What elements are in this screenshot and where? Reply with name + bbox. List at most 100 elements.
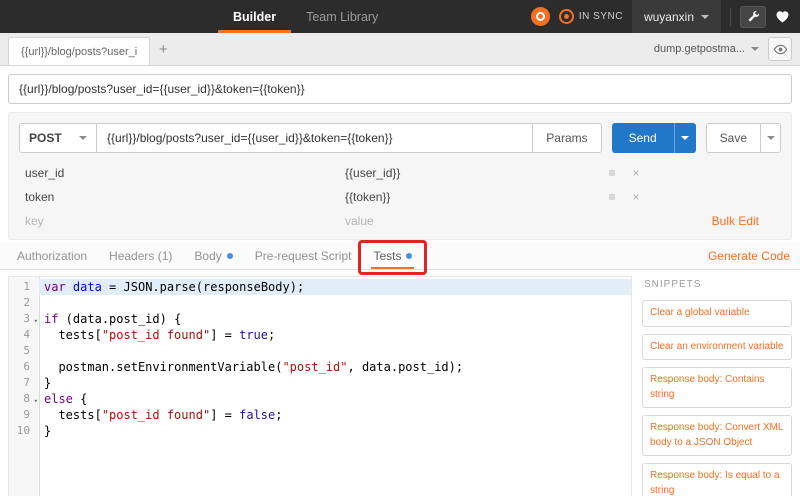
sync-dot [564, 14, 569, 19]
param-value-input[interactable]: {{user_id}} [345, 166, 600, 180]
topbar-tab-builder[interactable]: Builder [218, 0, 291, 33]
params-rows: user_id{{user_id}}≡× token{{token}}≡× [25, 161, 781, 209]
method-row: POST {{url}}/blog/posts?user_id={{user_i… [9, 113, 791, 161]
code-line: 10} [9, 423, 631, 439]
sync-status[interactable]: IN SYNC [559, 9, 623, 24]
code-line: 8▾else { [9, 391, 631, 407]
request-document-tab[interactable]: {{url}}/blog/posts?user_i [8, 37, 150, 65]
chevron-down-icon [681, 136, 689, 140]
param-value-input[interactable]: value [345, 214, 600, 228]
tab-label: Headers (1) [109, 249, 172, 263]
bulk-edit-link[interactable]: Bulk Edit [712, 214, 759, 228]
method-dropdown[interactable]: POST [19, 123, 97, 153]
code-line: 7} [9, 375, 631, 391]
code-line: 6 postman.setEnvironmentVariable("post_i… [9, 359, 631, 375]
tab-authorization[interactable]: Authorization [6, 243, 98, 269]
tab-label: Pre-request Script [255, 249, 352, 263]
url-bar-row: {{url}}/blog/posts?user_id={{user_id}}&t… [0, 66, 800, 104]
param-key-input[interactable]: key [25, 214, 345, 228]
snippet-button[interactable]: Response body: Contains string [642, 367, 792, 408]
unsaved-indicator-dot [406, 253, 412, 259]
code-editor[interactable]: 1var data = JSON.parse(responseBody);23▾… [8, 276, 632, 496]
chevron-down-icon [701, 15, 709, 19]
remove-param-icon[interactable]: × [624, 166, 648, 180]
drag-handle-icon[interactable]: ≡ [600, 190, 624, 204]
environment-selector[interactable]: dump.getpostma... [654, 43, 759, 55]
send-options-button[interactable] [674, 123, 696, 153]
tab-tests[interactable]: Tests [362, 243, 423, 269]
code-line: 1var data = JSON.parse(responseBody); [9, 279, 631, 295]
chevron-down-icon [79, 136, 87, 140]
eye-icon [773, 42, 788, 57]
line-number: 5 [9, 343, 39, 359]
topbar: Builder Team Library IN SYNC wuyanxin [0, 0, 800, 33]
save-button[interactable]: Save [706, 123, 761, 153]
request-builder: POST {{url}}/blog/posts?user_id={{user_i… [8, 112, 792, 240]
request-url-input[interactable]: {{url}}/blog/posts?user_id={{user_id}}&t… [96, 123, 533, 153]
param-value-input[interactable]: {{token}} [345, 190, 600, 204]
line-number: 10 [9, 423, 39, 439]
topbar-tabs: Builder Team Library [218, 0, 393, 33]
chevron-down-icon [751, 47, 759, 51]
line-number: 7 [9, 375, 39, 391]
param-key-input[interactable]: user_id [25, 166, 345, 180]
request-tabs: Authorization Headers (1) Body Pre-request … [6, 243, 423, 269]
code-text: if (data.post_id) { [39, 311, 631, 327]
request-tabs-row: Authorization Headers (1) Body Pre-request … [0, 243, 800, 270]
line-number: 1 [9, 279, 39, 295]
url-display[interactable]: {{url}}/blog/posts?user_id={{user_id}}&t… [8, 74, 792, 104]
topbar-tab-team-library[interactable]: Team Library [291, 0, 393, 33]
postman-app: Builder Team Library IN SYNC wuyanxin [0, 0, 800, 496]
remove-param-icon[interactable]: × [624, 190, 648, 204]
code-text: else { [39, 391, 631, 407]
tab-headers-1[interactable]: Headers (1) [98, 243, 183, 269]
save-options-button[interactable] [761, 123, 781, 153]
snippet-button[interactable]: Response body: Convert XML body to a JSO… [642, 415, 792, 456]
params-button[interactable]: Params [532, 123, 601, 153]
snippet-button[interactable]: Clear a global variable [642, 300, 792, 327]
line-number: 2 [9, 295, 39, 311]
code-text: postman.setEnvironmentVariable("post_id"… [39, 359, 631, 375]
runner-inner-ring [536, 12, 545, 21]
heart-icon [775, 9, 790, 24]
send-button[interactable]: Send [612, 123, 674, 153]
chevron-down-icon [767, 136, 775, 140]
line-number: 9 [9, 407, 39, 423]
snippet-button[interactable]: Clear an environment variable [642, 334, 792, 361]
code-text: tests["post_id found"] = false; [39, 407, 631, 423]
snippets-title: SNIPPETS [644, 279, 792, 290]
snippet-button[interactable]: Response body: Is equal to a string [642, 463, 792, 496]
line-number: 8▾ [9, 391, 39, 407]
collection-runner-icon[interactable] [531, 7, 550, 26]
code-line: 5 [9, 343, 631, 359]
new-tab-button[interactable]: + [150, 35, 176, 63]
code-text [39, 295, 631, 311]
request-tab-label: {{url}}/blog/posts?user_i [21, 46, 137, 58]
tests-content: 1var data = JSON.parse(responseBody);23▾… [8, 276, 792, 496]
code-text: var data = JSON.parse(responseBody); [39, 279, 631, 295]
save-button-group: Save [706, 123, 781, 153]
user-menu-button[interactable]: wuyanxin [632, 0, 721, 33]
drag-handle-icon[interactable]: ≡ [600, 166, 624, 180]
code-line: 9 tests["post_id found"] = false; [9, 407, 631, 423]
environment-quicklook-button[interactable] [768, 37, 792, 61]
sync-icon [559, 9, 574, 24]
sync-label: IN SYNC [579, 11, 623, 22]
favorites-button[interactable] [775, 9, 790, 24]
code-line: 3▾if (data.post_id) { [9, 311, 631, 327]
param-row-new: key value Bulk Edit [25, 209, 781, 233]
username-label: wuyanxin [644, 10, 694, 24]
code-line: 4 tests["post_id found"] = true; [9, 327, 631, 343]
tab-body[interactable]: Body [183, 243, 243, 269]
send-button-group: Send [612, 123, 696, 153]
param-key-input[interactable]: token [25, 190, 345, 204]
topbar-divider [730, 8, 731, 26]
interceptor-button[interactable] [740, 6, 766, 28]
tab-pre-request-script[interactable]: Pre-request Script [244, 243, 363, 269]
line-number: 4 [9, 327, 39, 343]
environment-area: dump.getpostma... [654, 37, 792, 61]
code-text [39, 343, 631, 359]
generate-code-link[interactable]: Generate Code [708, 249, 790, 263]
wrench-icon [747, 10, 760, 23]
code-text: tests["post_id found"] = true; [39, 327, 631, 343]
